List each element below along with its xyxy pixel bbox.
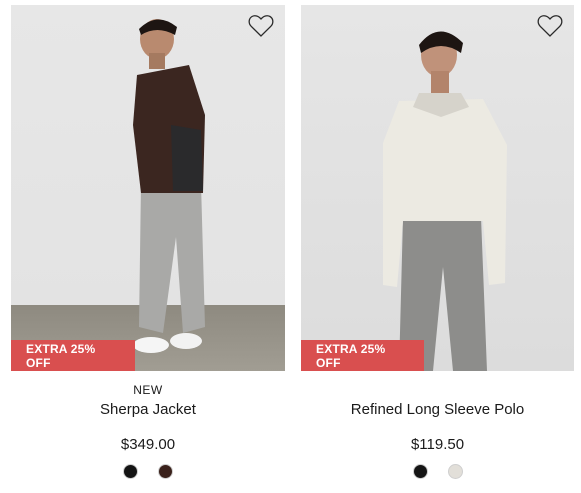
model-photo: [133, 19, 205, 353]
color-swatch-ivory[interactable]: [447, 464, 463, 479]
wishlist-heart-icon[interactable]: [248, 14, 274, 38]
color-swatch-black[interactable]: [123, 464, 138, 479]
model-photo: [383, 31, 507, 371]
product-image[interactable]: EXTRA 25% OFF: [11, 5, 285, 371]
product-card-refined-long-sleeve-polo[interactable]: EXTRA 25% OFF Refined Long Sleeve Polo $…: [301, 5, 574, 479]
new-tag: NEW: [133, 383, 163, 397]
color-swatches: [301, 464, 574, 479]
color-swatches: [11, 464, 285, 479]
product-title[interactable]: Refined Long Sleeve Polo: [301, 401, 574, 418]
wishlist-heart-icon[interactable]: [537, 14, 563, 38]
product-image[interactable]: EXTRA 25% OFF: [301, 5, 574, 371]
discount-badge: EXTRA 25% OFF: [11, 340, 135, 371]
product-title[interactable]: Sherpa Jacket: [11, 401, 285, 418]
color-swatch-black[interactable]: [412, 464, 428, 479]
product-price: $349.00: [120, 436, 176, 453]
product-card-sherpa-jacket[interactable]: EXTRA 25% OFF NEW Sherpa Jacket $349.00: [11, 5, 285, 479]
color-swatch-brown[interactable]: [158, 464, 173, 479]
product-price: $119.50: [410, 436, 465, 453]
discount-badge: EXTRA 25% OFF: [301, 340, 424, 371]
